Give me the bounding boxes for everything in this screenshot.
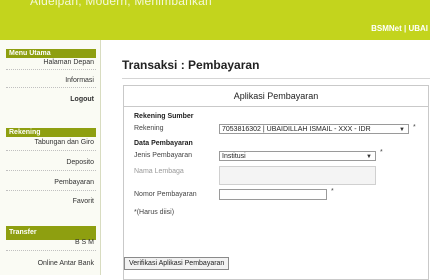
jenis-pembayaran-value: Institusi <box>222 153 246 160</box>
divider <box>6 69 96 70</box>
dropdown-arrow-icon: ▼ <box>366 154 372 160</box>
nomor-pembayaran-input[interactable] <box>219 189 327 200</box>
site-title: Aldelpan, Modern, Menimbankan <box>30 0 212 8</box>
title-divider <box>122 78 430 79</box>
jenis-pembayaran-select[interactable]: Institusi ▼ <box>219 151 376 161</box>
sidebar-item-tabungan-giro[interactable]: Tabungan dan Giro <box>34 139 94 146</box>
nama-lembaga-label: Nama Lembaga <box>134 168 184 175</box>
data-pembayaran-heading: Data Pembayaran <box>134 140 193 147</box>
sidebar-item-halaman-depan[interactable]: Halaman Depan <box>43 59 94 66</box>
sidebar-item-pembayaran[interactable]: Pembayaran <box>54 179 94 186</box>
required-mark: * <box>331 188 334 195</box>
divider <box>6 250 96 251</box>
sidebar-section-transfer: Transfer <box>6 226 96 240</box>
user-label: BSMNet | UBAI <box>371 24 428 33</box>
payment-form-panel: Aplikasi Pembayaran Rekening Sumber Reke… <box>123 85 429 280</box>
divider <box>6 190 96 191</box>
dropdown-arrow-icon: ▼ <box>399 127 405 133</box>
divider <box>6 170 96 171</box>
top-banner: Aldelpan, Modern, Menimbankan BSMNet | U… <box>0 0 430 40</box>
main-content: Transaksi : Pembayaran Aplikasi Pembayar… <box>101 40 430 280</box>
required-mark: * <box>380 149 383 156</box>
nomor-pembayaran-label: Nomor Pembayaran <box>134 191 197 198</box>
rekening-select[interactable]: 7053816302 | UBAIDILLAH ISMAIL - XXX - I… <box>219 124 409 134</box>
sidebar-item-informasi[interactable]: Informasi <box>65 77 94 84</box>
nama-lembaga-field <box>219 166 376 185</box>
rekening-select-value: 7053816302 | UBAIDILLAH ISMAIL - XXX - I… <box>222 126 371 133</box>
rekening-sumber-heading: Rekening Sumber <box>134 113 194 120</box>
sidebar-item-favorit[interactable]: Favorit <box>73 198 94 205</box>
required-mark: * <box>413 124 416 131</box>
divider <box>6 87 96 88</box>
page-title: Transaksi : Pembayaran <box>122 58 260 72</box>
verify-payment-button[interactable]: Verifikasi Aplikasi Pembayaran <box>124 257 230 270</box>
jenis-pembayaran-label: Jenis Pembayaran <box>134 152 192 159</box>
sidebar-item-deposito[interactable]: Deposito <box>66 159 94 166</box>
sidebar-item-bsm[interactable]: B S M <box>75 239 94 246</box>
panel-title: Aplikasi Pembayaran <box>124 86 428 107</box>
divider <box>6 150 96 151</box>
sidebar-item-logout[interactable]: Logout <box>70 96 94 103</box>
rekening-label: Rekening <box>134 125 164 132</box>
sidebar-section-rekening: Rekening <box>6 128 96 137</box>
required-note: *(Harus diisi) <box>134 209 175 216</box>
sidebar: Menu Utama Halaman Depan Informasi Logou… <box>0 40 101 275</box>
sidebar-item-online-antar-bank[interactable]: Online Antar Bank <box>38 260 94 267</box>
sidebar-section-menu-utama: Menu Utama <box>6 49 96 58</box>
